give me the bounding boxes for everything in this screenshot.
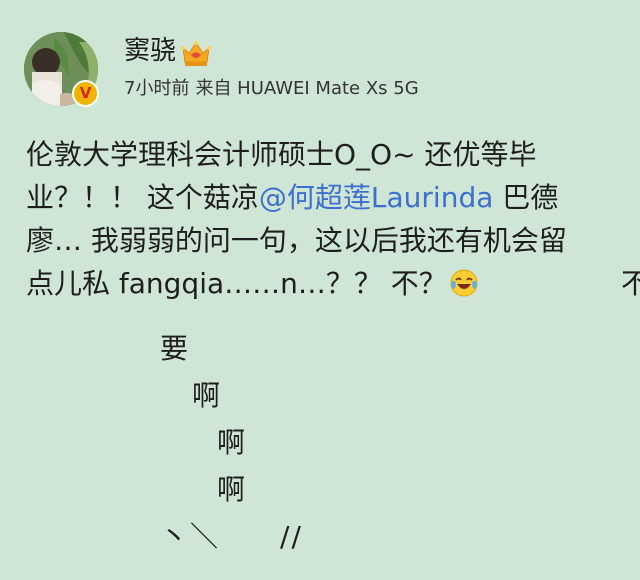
crown-icon bbox=[181, 41, 211, 66]
content-line-1: 伦敦大学理科会计师硕士O_O~ 还优等毕 bbox=[26, 138, 537, 171]
content-yao: 要 bbox=[160, 332, 189, 365]
post-content: 伦敦大学理科会计师硕士O_O~ 还优等毕 业？！！ 这个菇凉@何超莲Laurin… bbox=[26, 133, 640, 305]
username[interactable]: 窦骁 bbox=[124, 35, 176, 67]
content-line-2-post: 巴德 bbox=[493, 181, 559, 214]
content-line-3: 廖… 我弱弱的问一句，这以后我还有机会留 bbox=[26, 224, 567, 257]
laughing-tears-emoji-icon bbox=[450, 269, 478, 297]
content-line-2-pre: 业？！！ 这个菇凉 bbox=[26, 181, 259, 214]
content-line-4: 点儿私 fangqia……n…？？ 不？ 不 bbox=[26, 262, 640, 305]
content-bu: 不 bbox=[621, 267, 640, 300]
post-meta: 7小时前 来自 HUAWEI Mate Xs 5G bbox=[124, 77, 419, 101]
content-a-1: 啊 bbox=[192, 379, 221, 412]
content-line-2: 业？！！ 这个菇凉@何超莲Laurinda 巴德 bbox=[26, 176, 626, 219]
post-time: 7小时前 bbox=[124, 78, 190, 99]
content-line-4-text: 点儿私 fangqia……n…？？ 不？ bbox=[26, 267, 447, 300]
verified-badge-icon: V bbox=[72, 80, 99, 107]
strokes-left: 丶＼ bbox=[160, 520, 221, 553]
verified-badge-letter: V bbox=[79, 84, 92, 102]
weibo-post: V 窦骁 7小时前 来自 HUAWEI Mate Xs 5G 伦敦大学理科会计师硕… bbox=[0, 0, 640, 580]
mention-link[interactable]: @何超莲Laurinda bbox=[259, 181, 493, 214]
content-strokes: 丶＼ // bbox=[160, 515, 303, 558]
strokes-right: // bbox=[280, 520, 303, 553]
post-source[interactable]: 来自 HUAWEI Mate Xs 5G bbox=[195, 78, 418, 99]
content-a-2: 啊 bbox=[217, 426, 246, 459]
content-a-3: 啊 bbox=[217, 473, 246, 506]
